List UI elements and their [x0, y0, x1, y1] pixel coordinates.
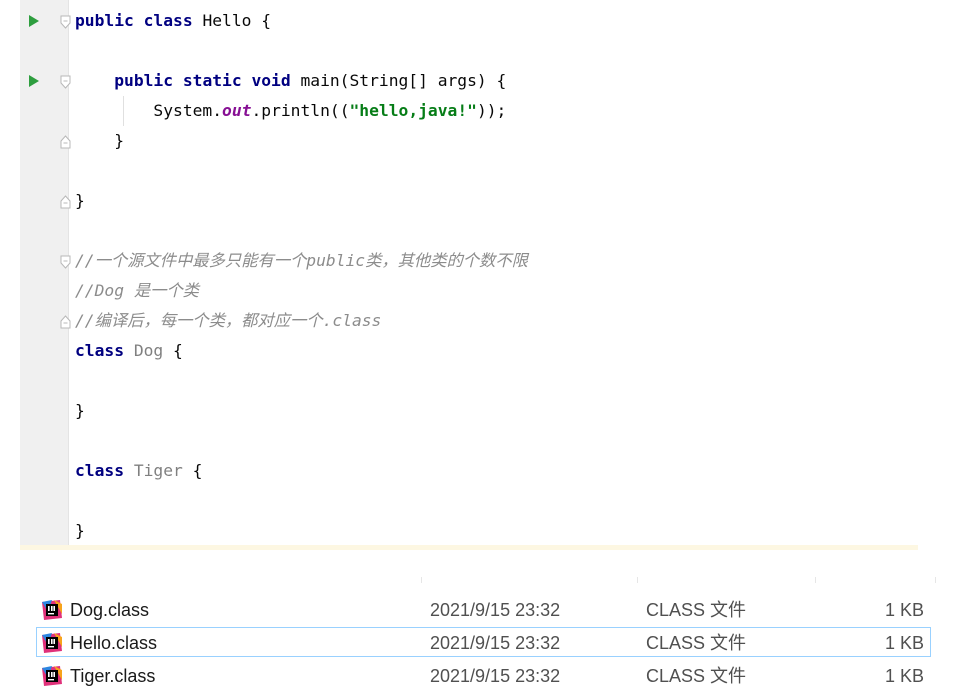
intellij-file-icon: [42, 666, 62, 686]
file-size: 1 KB: [884, 633, 924, 653]
code-token: }: [75, 131, 125, 150]
column-divider[interactable]: [637, 577, 638, 583]
code-line[interactable]: //Dog 是一个类: [75, 276, 199, 306]
code-line[interactable]: public class Hello {: [75, 6, 271, 36]
file-row[interactable]: Dog.class 2021/9/15 23:32 CLASS 文件 1 KB: [36, 594, 931, 624]
fold-open-icon[interactable]: [60, 14, 71, 29]
code-keyword: class: [75, 461, 125, 480]
code-line[interactable]: }: [75, 126, 124, 156]
run-icon[interactable]: [28, 74, 40, 88]
fold-close-icon[interactable]: [60, 134, 71, 149]
file-name: Hello.class: [70, 633, 158, 653]
code-token: Hello {: [192, 11, 272, 30]
intellij-file-icon: [42, 633, 62, 653]
fold-close-icon[interactable]: [60, 314, 71, 329]
code-token: .println((: [251, 101, 350, 120]
file-row[interactable]: Hello.class 2021/9/15 23:32 CLASS 文件 1 K…: [36, 627, 931, 657]
code-line[interactable]: }: [75, 396, 85, 426]
code-token: {: [163, 341, 183, 360]
fold-open-icon[interactable]: [60, 74, 71, 89]
file-date: 2021/9/15 23:32: [430, 600, 561, 620]
file-date: 2021/9/15 23:32: [430, 633, 561, 653]
code-editor[interactable]: public class Hello { public static void …: [20, 0, 918, 550]
file-row[interactable]: Tiger.class 2021/9/15 23:32 CLASS 文件 1 K…: [36, 660, 931, 690]
code-field: out: [222, 101, 252, 120]
code-line[interactable]: //编译后，每一个类，都对应一个.class: [75, 306, 381, 336]
column-divider[interactable]: [815, 577, 816, 583]
file-name: Dog.class: [70, 600, 150, 620]
code-string: "hello,java!": [349, 101, 477, 120]
file-date: 2021/9/15 23:32: [430, 666, 561, 686]
run-icon[interactable]: [28, 14, 40, 28]
file-type: CLASS 文件: [646, 600, 747, 620]
code-token: main(String[] args) {: [290, 71, 507, 90]
code-token: System.: [75, 101, 223, 120]
code-comment: //Dog 是一个类: [75, 281, 199, 300]
code-keyword: public class: [75, 11, 193, 30]
code-keyword: public static void: [114, 71, 291, 90]
code-token: ));: [476, 101, 507, 120]
code-line[interactable]: class Dog {: [75, 336, 183, 366]
file-size: 1 KB: [884, 666, 924, 686]
column-divider[interactable]: [935, 577, 936, 583]
intellij-file-icon: [42, 600, 62, 620]
code-token: Dog: [133, 341, 164, 360]
column-divider[interactable]: [421, 577, 422, 583]
file-name: Tiger.class: [70, 666, 156, 686]
editor-bottom-band: [20, 545, 918, 550]
code-token: Tiger: [133, 461, 183, 480]
code-token: {: [182, 461, 203, 480]
code-token: }: [75, 191, 85, 210]
code-comment: //编译后，每一个类，都对应一个.class: [75, 311, 382, 330]
code-line[interactable]: }: [75, 516, 85, 546]
code-line[interactable]: }: [75, 186, 85, 216]
fold-close-icon[interactable]: [60, 194, 71, 209]
code-line[interactable]: class Tiger {: [75, 456, 202, 486]
code-comment: //一个源文件中最多只能有一个public类，其他类的个数不限: [75, 251, 528, 270]
fold-open-icon[interactable]: [60, 254, 71, 269]
file-list: Dog.class 2021/9/15 23:32 CLASS 文件 1 KB …: [0, 570, 959, 698]
code-keyword: class: [75, 341, 125, 360]
file-type: CLASS 文件: [646, 666, 747, 686]
code-token: }: [75, 521, 85, 540]
file-size: 1 KB: [884, 600, 924, 620]
code-line[interactable]: System.out.println(("hello,java!"));: [75, 96, 506, 126]
code-token: }: [75, 401, 85, 420]
code-line[interactable]: public static void main(String[] args) {: [75, 66, 506, 96]
file-type: CLASS 文件: [646, 633, 747, 653]
code-line[interactable]: //一个源文件中最多只能有一个public类，其他类的个数不限: [75, 246, 528, 276]
